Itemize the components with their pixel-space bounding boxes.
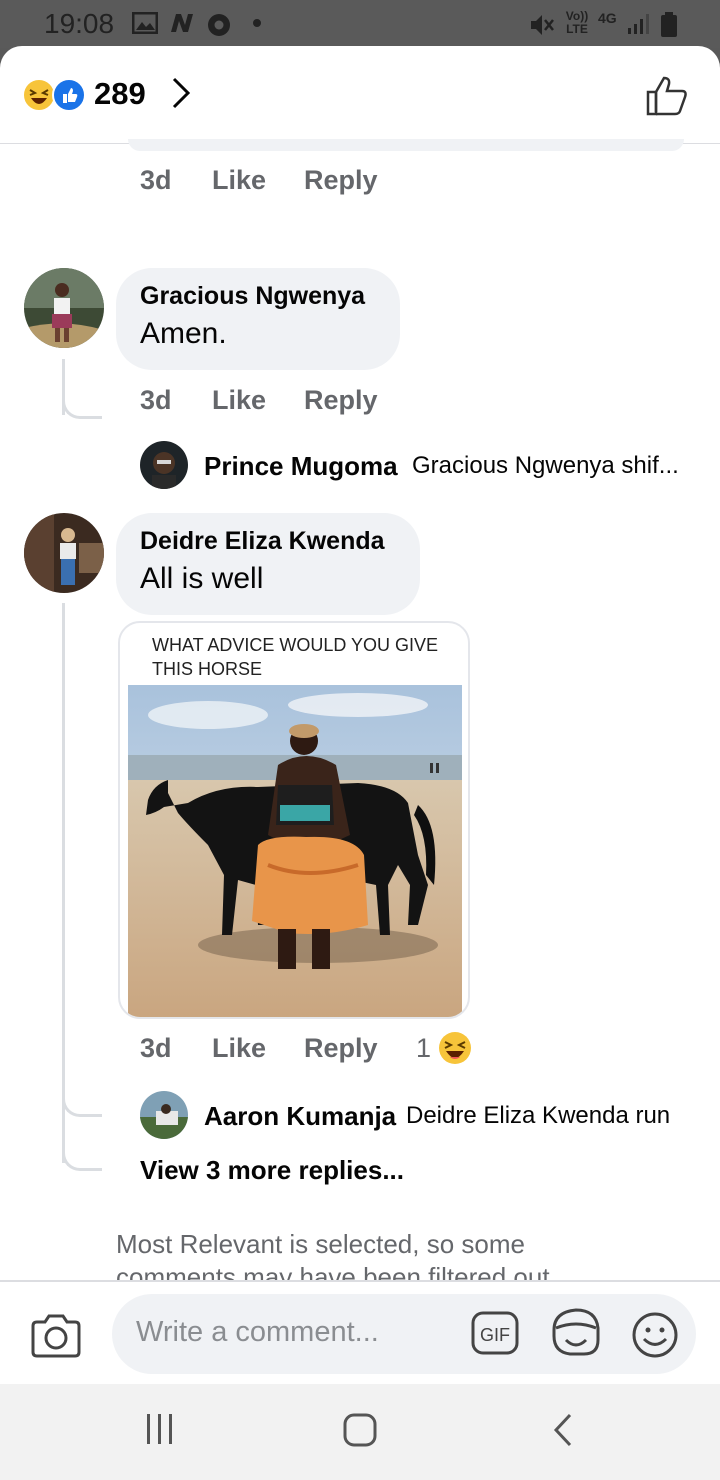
reaction-count[interactable]: 1 — [416, 1033, 431, 1064]
reply-link[interactable]: Reply — [304, 385, 378, 416]
comment-author[interactable]: Gracious Ngwenya — [140, 282, 376, 311]
4g-icon: 4G — [598, 10, 617, 26]
comment-time: 3d — [140, 165, 172, 195]
avatar — [140, 1091, 188, 1139]
reply-text: Deidre Eliza Kwenda run — [406, 1102, 671, 1129]
thread-elbow — [62, 1145, 102, 1171]
meme-photo — [128, 685, 462, 1017]
comment-text: All is well — [140, 562, 264, 595]
thread-elbow — [62, 1093, 102, 1117]
reply-link[interactable]: Reply — [304, 165, 378, 196]
svg-text:GIF: GIF — [480, 1325, 510, 1345]
avatar — [140, 441, 188, 489]
haha-emoji-icon — [22, 78, 56, 112]
emoji-icon[interactable] — [630, 1310, 680, 1360]
like-link[interactable]: Like — [212, 385, 266, 416]
reactions-header: 289 — [0, 46, 720, 144]
n-app-icon — [171, 14, 193, 32]
thread-elbow — [62, 395, 102, 419]
status-bar: 19:08 Vo)) LTE 4G — [0, 0, 720, 48]
comments-sheet: 289 3d Like Reply Gracious Ngwenya Amen.… — [0, 46, 720, 1384]
meme-caption: WHAT ADVICE WOULD YOU GIVE THIS HORSE — [152, 635, 439, 679]
comment-input[interactable]: Write a comment... GIF — [112, 1294, 696, 1374]
signal-icon — [628, 14, 649, 34]
previous-comment-actions: 3d Like Reply — [140, 165, 400, 205]
reply-text: Gracious Ngwenya shif... — [412, 452, 679, 479]
thumbs-up-outline-icon[interactable] — [644, 74, 690, 118]
reply-author[interactable]: Prince Mugoma — [204, 451, 398, 482]
haha-emoji-icon[interactable] — [438, 1031, 472, 1065]
comment-text: Amen. — [140, 317, 227, 350]
volte-icon: Vo)) LTE — [565, 9, 589, 36]
like-reaction-icon — [52, 78, 86, 112]
dot-icon — [253, 19, 261, 27]
comment-bubble[interactable]: Gracious Ngwenya Amen. — [116, 268, 400, 370]
comment-bubble[interactable]: Deidre Eliza Kwenda All is well — [116, 513, 420, 615]
like-link[interactable]: Like — [212, 1033, 266, 1064]
comment-time: 3d — [140, 1033, 172, 1063]
comment-time: 3d — [140, 385, 172, 415]
sticker-icon[interactable] — [550, 1306, 602, 1358]
avatar[interactable] — [24, 513, 104, 593]
comment-author[interactable]: Deidre Eliza Kwenda — [140, 527, 396, 556]
reply-preview[interactable]: Prince Mugoma Gracious Ngwenya shif... — [140, 441, 710, 489]
camera-icon[interactable] — [30, 1314, 82, 1358]
comment-composer: Write a comment... GIF — [0, 1280, 720, 1384]
comment-placeholder: Write a comment... — [136, 1316, 379, 1348]
thread-line — [62, 603, 65, 1163]
gallery-icon — [132, 12, 158, 34]
home-icon[interactable] — [342, 1412, 378, 1448]
chevron-right-icon[interactable] — [170, 76, 192, 110]
like-link[interactable]: Like — [212, 165, 266, 196]
reply-preview[interactable]: Aaron Kumanja Deidre Eliza Kwenda run — [140, 1091, 710, 1139]
chrome-icon — [208, 14, 230, 36]
gif-icon[interactable]: GIF — [470, 1310, 520, 1356]
avatar[interactable] — [24, 268, 104, 348]
reply-author[interactable]: Aaron Kumanja — [204, 1101, 396, 1132]
comment-actions: 3d Like Reply — [140, 385, 400, 425]
comment-image[interactable]: WHAT ADVICE WOULD YOU GIVE THIS HORSE — [118, 621, 470, 1019]
mute-icon — [531, 15, 554, 35]
view-more-replies-link[interactable]: View 3 more replies... — [140, 1155, 404, 1186]
recents-icon[interactable] — [144, 1412, 176, 1446]
previous-comment-bubble — [128, 139, 684, 151]
system-nav-bar — [0, 1384, 720, 1480]
reaction-count[interactable]: 289 — [94, 76, 146, 112]
status-time: 19:08 — [44, 8, 115, 39]
comment-actions: 3d Like Reply 1 — [140, 1031, 480, 1073]
battery-icon — [661, 12, 677, 37]
reply-link[interactable]: Reply — [304, 1033, 378, 1064]
back-icon[interactable] — [550, 1412, 574, 1448]
